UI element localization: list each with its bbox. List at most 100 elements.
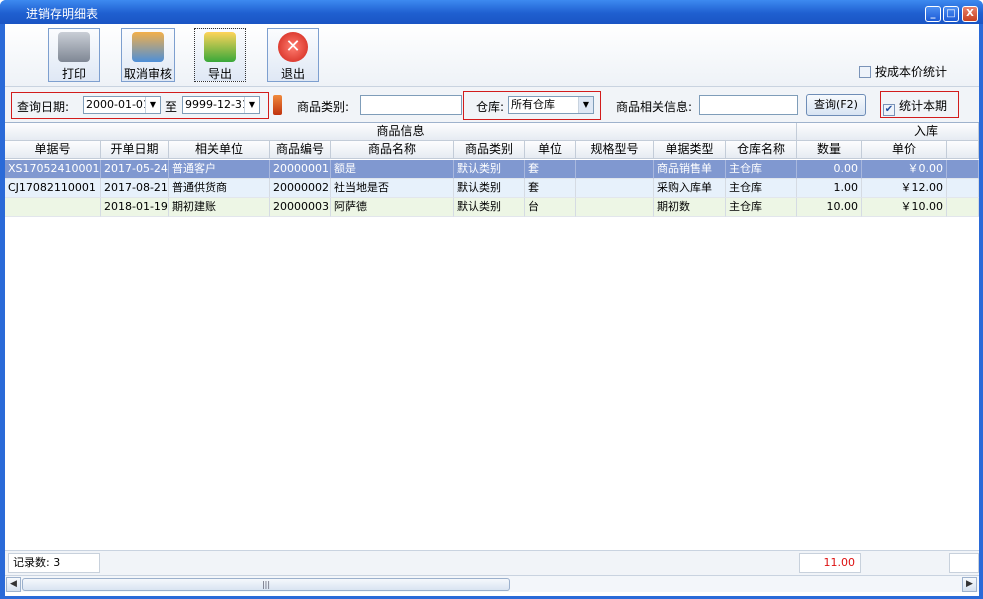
cell-code: 20000001 bbox=[270, 160, 331, 179]
summary-footer: 记录数: 3 11.00 bbox=[5, 550, 979, 575]
category-label: 商品类别: bbox=[297, 100, 350, 114]
query-button[interactable]: 查询(F2) bbox=[806, 94, 866, 116]
cell-category: 默认类别 bbox=[454, 160, 525, 179]
cell-extra bbox=[947, 179, 979, 198]
print-button[interactable]: 打印 bbox=[48, 28, 100, 82]
export-button[interactable]: 导出 bbox=[194, 28, 246, 82]
cell-doc-type: 期初数 bbox=[654, 198, 726, 217]
cost-price-stat-checkbox[interactable]: 按成本价统计 bbox=[859, 63, 947, 80]
record-count: 记录数: 3 bbox=[8, 553, 100, 573]
column-header-spec[interactable]: 规格型号 bbox=[576, 141, 654, 159]
column-header-code[interactable]: 商品编号 bbox=[270, 141, 331, 159]
footer-cell bbox=[949, 553, 979, 573]
chevron-down-icon[interactable]: ▼ bbox=[145, 97, 160, 113]
warehouse-value: 所有仓库 bbox=[511, 98, 555, 111]
scroll-left-icon[interactable]: ◀ bbox=[6, 577, 21, 592]
cell-spec bbox=[576, 160, 654, 179]
client-area: 打印 取消审核 导出 ✕ 退出 按成本价统计 查询日期: 2000-01-01 … bbox=[5, 24, 979, 596]
exit-label: 退出 bbox=[280, 67, 305, 81]
cell-code: 20000003 bbox=[270, 198, 331, 217]
date-label: 查询日期: bbox=[17, 100, 70, 114]
cell-doc-no: XS17052410001 bbox=[5, 160, 101, 179]
cell-qty: 0.00 bbox=[797, 160, 862, 179]
qty-total: 11.00 bbox=[799, 553, 861, 573]
cell-category: 默认类别 bbox=[454, 179, 525, 198]
cell-name: 阿萨德 bbox=[331, 198, 454, 217]
date-from-picker[interactable]: 2000-01-01 ▼ bbox=[83, 96, 161, 114]
cell-party: 期初建账 bbox=[169, 198, 270, 217]
date-to-picker[interactable]: 9999-12-31 ▼ bbox=[182, 96, 260, 114]
column-header-doc-no[interactable]: 单据号 bbox=[5, 141, 101, 159]
column-header-doc-type[interactable]: 单据类型 bbox=[654, 141, 726, 159]
warehouse-select[interactable]: 所有仓库 ▼ bbox=[508, 96, 594, 114]
table-row[interactable]: XS17052410001 2017-05-24 普通客户 20000001 额… bbox=[5, 160, 979, 179]
cell-spec bbox=[576, 179, 654, 198]
cell-unit: 套 bbox=[525, 160, 576, 179]
scroll-right-icon[interactable]: ▶ bbox=[962, 577, 977, 592]
print-label: 打印 bbox=[61, 67, 86, 81]
cancel-audit-label: 取消审核 bbox=[123, 67, 172, 81]
app-window: 进销存明细表 _ □ X 打印 取消审核 导出 ✕ 退出 按成本价统计 查询日期… bbox=[0, 0, 983, 599]
minimize-button[interactable]: _ bbox=[925, 6, 941, 22]
column-header-date[interactable]: 开单日期 bbox=[101, 141, 169, 159]
cell-price: ￥10.00 bbox=[862, 198, 947, 217]
date-from-value: 2000-01-01 bbox=[86, 98, 150, 111]
column-header-unit[interactable]: 单位 bbox=[525, 141, 576, 159]
cell-date: 2017-05-24 bbox=[101, 160, 169, 179]
category-input[interactable] bbox=[360, 95, 462, 115]
product-info-input[interactable] bbox=[699, 95, 798, 115]
column-header-qty[interactable]: 数量 bbox=[797, 141, 862, 159]
cell-code: 20000002 bbox=[270, 179, 331, 198]
scroll-thumb[interactable]: ||| bbox=[22, 578, 510, 591]
cell-party: 普通供货商 bbox=[169, 179, 270, 198]
cell-unit: 台 bbox=[525, 198, 576, 217]
date-shortcut-icon[interactable] bbox=[273, 95, 282, 115]
table-row[interactable]: CJ17082110001 2017-08-21 普通供货商 20000002 … bbox=[5, 179, 979, 198]
cell-name: 社当地是否 bbox=[331, 179, 454, 198]
maximize-button[interactable]: □ bbox=[943, 6, 959, 22]
data-grid: 商品信息 入库 单据号 开单日期 相关单位 商品编号 商品名称 商品类别 单位 … bbox=[5, 122, 979, 550]
cost-price-stat-label: 按成本价统计 bbox=[875, 65, 948, 79]
exit-icon: ✕ bbox=[278, 32, 308, 62]
column-header-name[interactable]: 商品名称 bbox=[331, 141, 454, 159]
checkbox-checked-icon: ✔ bbox=[883, 104, 895, 116]
table-row[interactable]: 2018-01-19 期初建账 20000003 阿萨德 默认类别 台 期初数 … bbox=[5, 198, 979, 217]
period-stat-label: 统计本期 bbox=[899, 99, 948, 113]
column-header-party[interactable]: 相关单位 bbox=[169, 141, 270, 159]
export-label: 导出 bbox=[207, 67, 232, 81]
cell-doc-type: 商品销售单 bbox=[654, 160, 726, 179]
cell-extra bbox=[947, 198, 979, 217]
close-button[interactable]: X bbox=[962, 6, 978, 22]
cell-doc-no bbox=[5, 198, 101, 217]
cell-date: 2018-01-19 bbox=[101, 198, 169, 217]
cell-date: 2017-08-21 bbox=[101, 179, 169, 198]
cell-extra bbox=[947, 160, 979, 179]
filter-bar: 查询日期: 2000-01-01 ▼ 至 9999-12-31 ▼ 商品类别: … bbox=[5, 86, 979, 122]
cell-warehouse: 主仓库 bbox=[726, 179, 797, 198]
window-title: 进销存明细表 bbox=[26, 7, 99, 21]
date-separator: 至 bbox=[165, 100, 178, 114]
column-header-warehouse[interactable]: 仓库名称 bbox=[726, 141, 797, 159]
column-header-price[interactable]: 单价 bbox=[862, 141, 947, 159]
column-header-extra bbox=[947, 141, 979, 159]
cell-name: 额是 bbox=[331, 160, 454, 179]
cell-party: 普通客户 bbox=[169, 160, 270, 179]
cell-warehouse: 主仓库 bbox=[726, 198, 797, 217]
cancel-audit-button[interactable]: 取消审核 bbox=[121, 28, 175, 82]
cell-price: ￥12.00 bbox=[862, 179, 947, 198]
chevron-down-icon[interactable]: ▼ bbox=[578, 97, 593, 113]
period-stat-checkbox[interactable]: ✔ 统计本期 bbox=[883, 97, 947, 116]
exit-button[interactable]: ✕ 退出 bbox=[267, 28, 319, 82]
cell-doc-type: 采购入库单 bbox=[654, 179, 726, 198]
horizontal-scrollbar[interactable]: ◀ ||| ▶ bbox=[5, 575, 979, 592]
group-header-product-info: 商品信息 bbox=[5, 123, 797, 141]
chevron-down-icon[interactable]: ▼ bbox=[244, 97, 259, 113]
cell-category: 默认类别 bbox=[454, 198, 525, 217]
export-icon bbox=[204, 32, 236, 62]
group-header-inbound: 入库 bbox=[797, 123, 979, 141]
cell-spec bbox=[576, 198, 654, 217]
column-header-category[interactable]: 商品类别 bbox=[454, 141, 525, 159]
product-info-label: 商品相关信息: bbox=[616, 100, 693, 114]
title-bar[interactable]: 进销存明细表 _ □ X bbox=[0, 0, 983, 24]
warehouse-label: 仓库: bbox=[476, 100, 505, 114]
